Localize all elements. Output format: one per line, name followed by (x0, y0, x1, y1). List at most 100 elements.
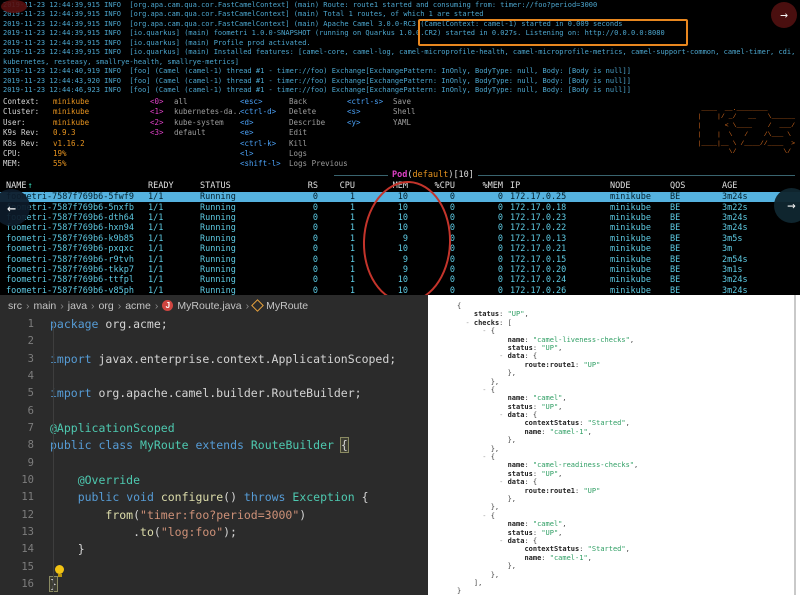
hotkey-label: kubernetes-da.. (174, 107, 242, 116)
json-line: status: "UP", (457, 344, 792, 352)
code-line: 6 (0, 403, 428, 420)
line-number: 2 (0, 333, 50, 350)
namespace-hotkey[interactable]: <3>default (150, 128, 242, 138)
json-line: - data: { (457, 537, 792, 545)
breadcrumb-item[interactable]: src (8, 300, 22, 312)
breadcrumb-item[interactable]: acme (125, 300, 151, 312)
line-number: 12 (0, 507, 50, 524)
json-line: }, (457, 445, 792, 453)
chevron-right-icon: › (26, 300, 30, 312)
command-hotkey[interactable]: <l>Logs (240, 149, 348, 159)
class-icon (251, 299, 264, 312)
hotkey-label: kube-system (174, 118, 224, 127)
line-number: 13 (0, 524, 50, 541)
command-hotkey[interactable]: <ctrl-s>Save (347, 97, 416, 107)
line-number: 10 (0, 472, 50, 489)
right-arrow-icon: → (787, 198, 795, 214)
namespace-hotkey[interactable]: <1>kubernetes-da.. (150, 107, 242, 117)
left-arrow-icon: ← (7, 199, 16, 217)
command-hotkey[interactable]: <d>Describe (240, 118, 348, 128)
hotkey-label: Delete (289, 107, 316, 116)
health-json-panel: { status: "UP", - checks: [ - { name: "c… (428, 295, 800, 595)
json-line: name: "camel", (457, 520, 792, 528)
log-line: 2019-11-23 12:44:46,923 INFO [foo] (Came… (3, 86, 800, 95)
hotkey-label: default (174, 128, 206, 137)
command-hotkey[interactable]: <e>Edit (240, 128, 348, 138)
k9s-logo: ____ __.________ | |/ _/ __ \______ | < … (697, 105, 795, 158)
command-hotkey[interactable]: <ctrl-d>Delete (240, 107, 348, 117)
resource-kind-label: Pod (392, 170, 407, 180)
lightbulb-icon[interactable] (55, 565, 64, 574)
top-right-arrow-button[interactable]: → (771, 2, 797, 28)
info-value: v1.16.2 (53, 139, 85, 148)
hotkey-key: <1> (150, 107, 174, 117)
command-hotkey[interactable]: <y>YAML (347, 118, 416, 128)
hotkey-key: <e> (240, 128, 289, 138)
hotkey-label: Describe (289, 118, 325, 127)
hotkey-label: Logs Previous (289, 159, 348, 168)
line-number: 11 (0, 489, 50, 506)
json-scrollbar[interactable] (794, 295, 796, 595)
hotkey-key: <ctrl-d> (240, 107, 289, 117)
hotkey-label: Back (289, 97, 307, 106)
line-number: 16 (0, 576, 50, 593)
log-line: 2019-11-23 12:44:39,915 INFO [org.apa.ca… (3, 1, 800, 10)
breadcrumb-item[interactable]: org (99, 300, 114, 312)
line-number: 5 (0, 385, 50, 402)
hotkey-key: <d> (240, 118, 289, 128)
breadcrumb-item[interactable]: java (68, 300, 87, 312)
json-line: status: "UP", (457, 403, 792, 411)
column-header: CPU (318, 181, 355, 191)
breadcrumb-item[interactable]: MyRoute.java (177, 300, 241, 312)
terminal-log: 2019-11-23 12:44:39,915 INFO [org.apa.ca… (3, 1, 800, 95)
chevron-right-icon: › (60, 300, 64, 312)
cluster-info-row: CPU:19% (3, 149, 89, 159)
info-label: CPU: (3, 149, 53, 159)
orange-highlight-box (418, 19, 688, 46)
json-line: route:route1: "UP" (457, 487, 792, 495)
line-number: 6 (0, 403, 50, 420)
code-line: 12 from("timer:foo?period=3000") (0, 507, 428, 524)
json-line: }, (457, 503, 792, 511)
column-header: IP (503, 181, 610, 191)
hotkey-key: <y> (347, 118, 393, 128)
json-line: route:route1: "UP" (457, 361, 792, 369)
json-content: { status: "UP", - checks: [ - { name: "c… (457, 302, 792, 595)
column-header: %MEM (455, 181, 503, 191)
code-editor[interactable]: src›main›java›org›acme›JMyRoute.java›MyR… (0, 295, 428, 595)
namespace-hotkey[interactable]: <2>kube-system (150, 118, 242, 128)
hotkey-key: <0> (150, 97, 174, 107)
line-number: 3 (0, 351, 50, 368)
chevron-right-icon: › (118, 300, 122, 312)
code-line: 16} (0, 576, 428, 593)
command-hotkey[interactable]: <s>Shell (347, 107, 416, 117)
json-line: name: "camel-1", (457, 554, 792, 562)
breadcrumb-item[interactable]: MyRoute (266, 300, 308, 312)
code-line: 14 } (0, 541, 428, 558)
namespace-hotkey[interactable]: <0>all (150, 97, 242, 107)
column-header: READY (148, 181, 200, 191)
column-header: QOS (670, 181, 722, 191)
command-hotkey[interactable]: <ctrl-k>Kill (240, 139, 348, 149)
title-rule-right (478, 175, 795, 176)
code-area[interactable]: 1package org.acme;23import javax.enterpr… (0, 316, 428, 595)
json-line: status: "UP", (457, 310, 792, 318)
cluster-info-row: Context:minikube (3, 97, 89, 107)
hotkey-label: Shell (393, 107, 416, 116)
column-header: STATUS (200, 181, 304, 191)
code-line: 4 (0, 368, 428, 385)
cluster-info-row: K9s Rev:0.9.3 (3, 128, 89, 138)
json-line: name: "camel-readiness-checks", (457, 461, 792, 469)
json-line: contextStatus: "Started", (457, 419, 792, 427)
json-line: } (457, 587, 792, 595)
code-line: 11 public void configure() throws Except… (0, 489, 428, 506)
command-hotkey[interactable]: <esc>Back (240, 97, 348, 107)
log-line: 2019-11-23 12:44:39,915 INFO [io.quarkus… (3, 48, 800, 57)
line-number: 8 (0, 437, 50, 454)
json-line: }, (457, 562, 792, 570)
breadcrumb-item[interactable]: main (34, 300, 57, 312)
json-line: }, (457, 495, 792, 503)
info-value: minikube (53, 107, 89, 116)
hotkey-key: <ctrl-k> (240, 139, 289, 149)
json-line: }, (457, 436, 792, 444)
